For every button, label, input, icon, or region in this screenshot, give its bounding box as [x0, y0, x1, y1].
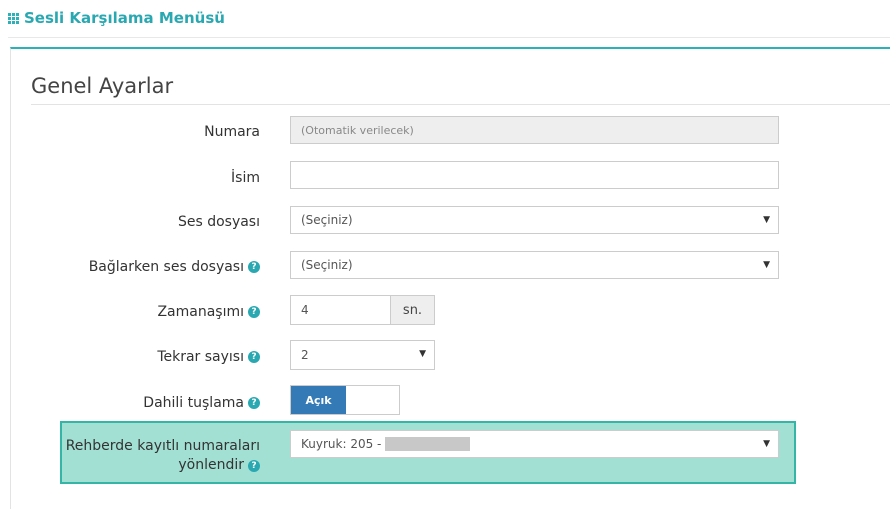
ses-dosyasi-select[interactable]: (Seçiniz) ▼	[290, 206, 779, 234]
help-icon[interactable]: ?	[248, 261, 260, 273]
rehber-label-line1: Rehberde kayıtlı numaraları	[65, 438, 260, 454]
caret-down-icon: ▼	[763, 260, 770, 270]
ses-dosyasi-label: Ses dosyası	[178, 214, 260, 230]
isim-label: İsim	[231, 170, 260, 186]
toggle-on-state[interactable]: Açık	[291, 386, 346, 414]
rehber-selected: Kuyruk: 205 -	[301, 437, 382, 451]
dahili-label: Dahili tuşlama ?	[143, 395, 260, 411]
baglarken-label-text: Bağlarken ses dosyası	[88, 259, 244, 275]
rehber-label-line2: yönlendir	[178, 457, 244, 473]
tekrar-label: Tekrar sayısı ?	[157, 349, 260, 365]
page-title: Sesli Karşılama Menüsü	[24, 9, 225, 27]
baglarken-select[interactable]: (Seçiniz) ▼	[290, 251, 779, 279]
zamanasimi-input[interactable]: 4	[290, 295, 391, 325]
caret-down-icon: ▼	[763, 215, 770, 225]
rehber-label: Rehberde kayıtlı numaraları yönlendir ?	[66, 437, 260, 475]
seconds-addon: sn.	[390, 295, 435, 325]
zamanasimi-label-text: Zamanaşımı	[157, 304, 244, 320]
redacted-block	[385, 437, 471, 451]
help-icon[interactable]: ?	[248, 459, 260, 472]
section-title: Genel Ayarlar	[31, 74, 174, 98]
isim-field[interactable]	[290, 161, 779, 189]
numara-field[interactable]: (Otomatik verilecek)	[290, 116, 779, 144]
isim-label-text: İsim	[231, 170, 260, 186]
tekrar-select[interactable]: 2 ▼	[290, 340, 435, 370]
numara-label: Numara	[204, 124, 260, 140]
caret-down-icon: ▼	[763, 439, 770, 449]
dahili-toggle[interactable]: Açık	[290, 385, 400, 415]
zamanasimi-label: Zamanaşımı ?	[157, 304, 260, 320]
help-icon[interactable]: ?	[248, 306, 260, 318]
tekrar-label-text: Tekrar sayısı	[157, 349, 244, 365]
numara-label-text: Numara	[204, 124, 260, 140]
help-icon[interactable]: ?	[248, 351, 260, 363]
rehber-select[interactable]: Kuyruk: 205 - ▼	[290, 430, 779, 458]
help-icon[interactable]: ?	[248, 397, 260, 409]
tekrar-selected: 2	[301, 348, 309, 362]
ses-dosyasi-selected: (Seçiniz)	[301, 213, 353, 227]
baglarken-selected: (Seçiniz)	[301, 258, 353, 272]
dahili-label-text: Dahili tuşlama	[143, 395, 244, 411]
divider	[8, 37, 890, 38]
page-header: Sesli Karşılama Menüsü	[8, 6, 225, 30]
ses-dosyasi-label-text: Ses dosyası	[177, 214, 260, 230]
baglarken-label: Bağlarken ses dosyası ?	[89, 259, 260, 275]
grid-icon	[8, 12, 19, 24]
section-divider	[31, 104, 890, 105]
caret-down-icon: ▼	[419, 349, 426, 359]
